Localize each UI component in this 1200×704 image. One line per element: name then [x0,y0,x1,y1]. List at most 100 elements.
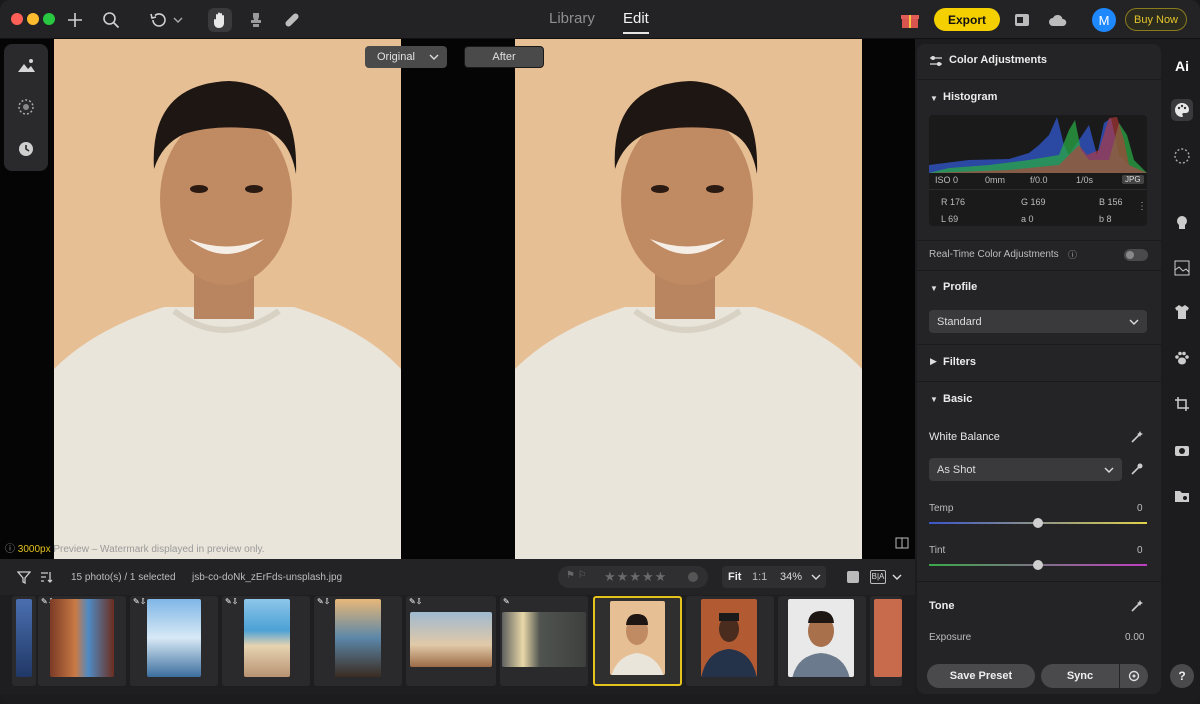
thumbnail[interactable] [870,596,902,686]
save-preset-button[interactable]: Save Preset [927,664,1035,688]
edited-icon: ✎ [503,597,510,606]
buy-now-button[interactable]: Buy Now [1125,8,1187,31]
landscape-ai-icon[interactable] [14,53,38,77]
shirt-icon[interactable] [1171,301,1193,323]
thumbnail[interactable]: ✎⇩ [406,596,496,686]
thumbnail[interactable] [686,596,774,686]
thumbnail[interactable] [12,596,36,686]
sync-button[interactable]: Sync [1041,664,1119,688]
magic-wand-icon[interactable] [1130,430,1144,444]
chevron-down-icon[interactable] [811,572,821,582]
ai-tools-icon[interactable]: Ai [1171,55,1193,77]
chevron-down-icon[interactable] [170,8,186,32]
paw-icon[interactable] [1171,347,1193,369]
add-icon[interactable] [63,8,87,32]
temp-slider-knob[interactable] [1033,518,1043,528]
star-rating[interactable]: ★★★★★ [604,569,667,585]
portrait-icon[interactable] [1171,211,1193,233]
collapse-triangle-icon[interactable]: ▼ [930,395,938,404]
temp-label: Temp [929,503,954,514]
collapse-triangle-icon[interactable]: ▼ [930,94,938,103]
thumbnail[interactable]: ✎⇩ [222,596,310,686]
zoom-window-button[interactable] [43,13,55,25]
search-icon[interactable] [99,8,123,32]
profile-dropdown[interactable]: Standard [929,310,1147,333]
folder-search-icon[interactable] [1171,485,1193,507]
after-label: After [492,51,516,63]
edited-icon: ✎⇩ [133,597,147,606]
share-window-icon[interactable] [1010,8,1034,32]
thumbnail-selected[interactable] [593,596,682,686]
split-view-icon[interactable] [892,533,912,553]
avatar[interactable]: M [1092,8,1116,32]
aperture: f/0.0 [1030,175,1048,185]
filters-title[interactable]: Filters [943,356,976,368]
sync-settings-button[interactable] [1120,664,1148,688]
filmstrip-toolbar: 15 photo(s) / 1 selected jsb-co-doNk_zEr… [0,559,915,595]
camera-icon[interactable] [1171,439,1193,461]
filter-icon[interactable] [12,565,36,589]
tone-title[interactable]: Tone [929,600,954,612]
hand-tool-icon[interactable] [208,8,232,32]
after-label-box: After [464,46,544,68]
gift-icon[interactable] [898,8,922,32]
iso-value: ISO 0 [935,175,959,185]
minimize-window-button[interactable] [27,13,39,25]
panel-header: Color Adjustments [917,44,1161,79]
flag-icon[interactable]: ⚑ ⚐ [566,570,587,581]
thumbnail[interactable]: ✎⇩ [314,596,402,686]
zoom-fit[interactable]: Fit [728,571,741,583]
grain-icon[interactable] [1171,145,1193,167]
thumbnail[interactable] [778,596,866,686]
temp-slider[interactable] [929,518,1147,528]
undo-icon[interactable] [146,8,170,32]
white-balance-dropdown[interactable]: As Shot [929,458,1122,481]
color-label-icon[interactable] [688,572,698,582]
eyedropper-icon[interactable] [1130,462,1144,476]
profile-title[interactable]: Profile [943,281,977,293]
realtime-toggle[interactable] [1124,249,1148,261]
help-icon[interactable]: ⓘ [1068,248,1077,261]
zoom-level[interactable]: 34% [780,571,802,583]
thumbnail[interactable]: ✎⇩ [38,596,126,686]
collapse-triangle-icon[interactable]: ▼ [930,284,938,293]
crop-icon[interactable] [1171,393,1193,415]
tint-slider-knob[interactable] [1033,560,1043,570]
filters-section[interactable]: ▶ Filters [917,345,1161,380]
l-value: L 69 [941,214,959,224]
single-view-icon[interactable] [847,571,859,583]
texture-icon[interactable] [1171,257,1193,279]
healing-bandage-icon[interactable] [280,8,304,32]
expand-triangle-icon[interactable]: ▶ [930,356,937,367]
nav-edit[interactable]: Edit [623,10,649,34]
profile-section: ▼ Profile Standard [917,271,1161,344]
more-icon[interactable]: ⋮ [1137,201,1147,212]
chevron-down-icon[interactable] [892,572,902,582]
filmstrip: ✎⇩ ✎⇩ ✎⇩ ✎⇩ ✎⇩ ✎ [0,595,915,695]
basic-title[interactable]: Basic [943,393,972,405]
cloud-icon[interactable] [1046,8,1070,32]
nav-library[interactable]: Library [549,10,595,27]
close-window-button[interactable] [11,13,23,25]
magic-wand-icon[interactable] [1130,599,1144,613]
help-button[interactable]: ? [1170,664,1194,688]
realtime-row: Real-Time Color Adjustments ⓘ [917,241,1161,269]
export-button[interactable]: Export [934,8,1000,31]
grain-icon[interactable] [14,95,38,119]
palette-icon[interactable] [1171,99,1193,121]
sort-icon[interactable] [34,565,58,589]
history-icon[interactable] [14,137,38,161]
zoom-1to1[interactable]: 1:1 [752,571,767,583]
before-after-icon[interactable]: B|A [870,570,886,584]
realtime-label: Real-Time Color Adjustments [929,249,1059,260]
thumbnail[interactable]: ✎⇩ [130,596,218,686]
chevron-down-icon [429,54,439,60]
clone-stamp-icon[interactable] [244,8,268,32]
thumbnail[interactable]: ✎ [500,596,588,686]
original-dropdown[interactable]: Original [365,46,447,68]
tone-section: Tone Exposure 0.00 [917,582,1161,662]
a-value: a 0 [1021,214,1034,224]
rating-bar: ⚑ ⚐ ★★★★★ [558,566,708,588]
histogram-title[interactable]: Histogram [943,91,997,103]
tint-slider[interactable] [929,560,1147,570]
